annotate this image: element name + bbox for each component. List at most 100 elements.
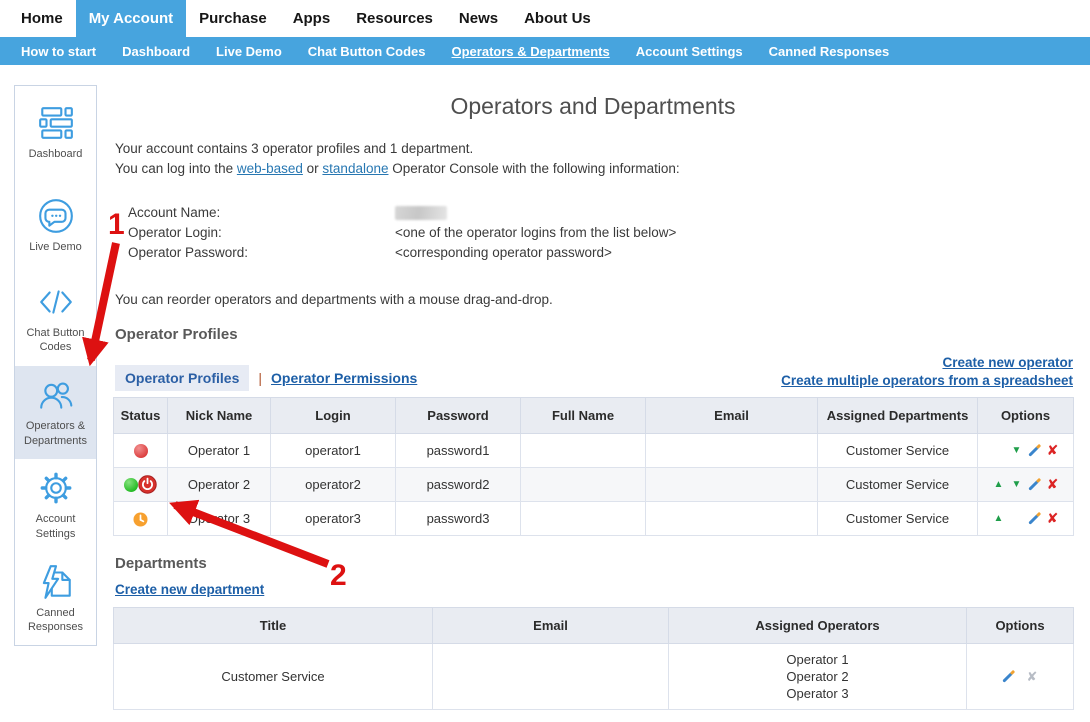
sidebar-item-canned-responses[interactable]: Canned Responses	[15, 552, 96, 645]
subnav-how-to-start[interactable]: How to start	[8, 37, 109, 65]
tab-separator: |	[258, 370, 262, 386]
col-status: Status	[114, 398, 168, 434]
move-up-icon[interactable]: ▲	[990, 513, 1008, 524]
nick-name-cell: Operator 1	[168, 434, 271, 468]
edit-icon[interactable]	[1026, 511, 1044, 526]
standalone-link[interactable]: standalone	[322, 161, 388, 176]
nick-name-cell: Operator 2	[168, 468, 271, 502]
status-online-icon	[124, 478, 138, 492]
nav-about-us[interactable]: About Us	[511, 0, 604, 37]
subnav-account-settings[interactable]: Account Settings	[623, 37, 756, 65]
create-new-department-link[interactable]: Create new department	[115, 582, 264, 597]
status-cell	[114, 468, 168, 502]
reorder-note: You can reorder operators and department…	[115, 292, 553, 307]
sidebar-item-live-demo[interactable]: Live Demo	[15, 179, 96, 272]
tab-operator-profiles[interactable]: Operator Profiles	[115, 365, 249, 391]
subnav-live-demo[interactable]: Live Demo	[203, 37, 295, 65]
nav-resources[interactable]: Resources	[343, 0, 446, 37]
nav-purchase[interactable]: Purchase	[186, 0, 280, 37]
nav-apps[interactable]: Apps	[280, 0, 344, 37]
operator-tabs: Operator Profiles | Operator Permissions	[115, 365, 417, 391]
assigned-departments-cell: Customer Service	[818, 502, 978, 536]
edit-icon[interactable]	[1026, 443, 1044, 458]
edit-icon[interactable]	[1026, 477, 1044, 492]
subnav-operators-departments[interactable]: Operators & Departments	[439, 37, 623, 65]
create-multiple-operators-link[interactable]: Create multiple operators from a spreads…	[781, 372, 1073, 390]
account-name-redacted	[395, 206, 447, 220]
col-nick-name: Nick Name	[168, 398, 271, 434]
delete-icon[interactable]: ✘	[1044, 442, 1062, 459]
assigned-operator: Operator 3	[670, 685, 965, 702]
options-cell: ✘	[967, 644, 1074, 710]
table-header-row: Status Nick Name Login Password Full Nam…	[114, 398, 1074, 434]
operator-row-1: Operator 1 operator1 password1 Customer …	[114, 434, 1074, 468]
password-cell: password3	[396, 502, 521, 536]
options-cell: ▼ ✘	[978, 434, 1074, 468]
col-assigned-operators: Assigned Operators	[669, 608, 967, 644]
intro-text: Your account contains 3 operator profile…	[115, 139, 680, 179]
operator-row-2: Operator 2 operator2 password2 Customer …	[114, 468, 1074, 502]
nav-home[interactable]: Home	[8, 0, 76, 37]
department-row-1: Customer Service Operator 1 Operator 2 O…	[114, 644, 1074, 710]
full-name-cell	[521, 468, 646, 502]
login-cell: operator2	[271, 468, 396, 502]
intro-line2: You can log into the web-based or standa…	[115, 159, 680, 179]
subnav-chat-button-codes[interactable]: Chat Button Codes	[295, 37, 439, 65]
nav-news[interactable]: News	[446, 0, 511, 37]
delete-icon[interactable]: ✘	[1044, 476, 1062, 493]
email-cell	[646, 434, 818, 468]
delete-icon[interactable]: ✘	[1044, 510, 1062, 527]
tab-operator-permissions[interactable]: Operator Permissions	[271, 370, 417, 386]
operator-profiles-table: Status Nick Name Login Password Full Nam…	[113, 397, 1074, 536]
email-cell	[646, 502, 818, 536]
operator-profiles-heading: Operator Profiles	[115, 326, 238, 343]
col-email: Email	[646, 398, 818, 434]
operator-create-links: Create new operator Create multiple oper…	[781, 354, 1073, 390]
col-full-name: Full Name	[521, 398, 646, 434]
account-info: Account Name: Operator Login: <one of th…	[128, 203, 676, 263]
main-content: Operators and Departments Your account c…	[113, 85, 1073, 722]
create-new-operator-link[interactable]: Create new operator	[781, 354, 1073, 372]
operator-row-3: Operator 3 operator3 password3 Customer …	[114, 502, 1074, 536]
status-cell	[114, 434, 168, 468]
subnav-canned-responses[interactable]: Canned Responses	[756, 37, 903, 65]
move-up-icon[interactable]: ▲	[990, 479, 1008, 490]
sidebar-item-dashboard[interactable]: Dashboard	[15, 86, 96, 179]
status-away-clock-icon	[133, 512, 148, 527]
sidebar-item-operators-departments[interactable]: Operators & Departments	[15, 366, 96, 459]
gear-icon	[37, 469, 75, 507]
sidebar-label: Account Settings	[17, 512, 94, 541]
subnav-dashboard[interactable]: Dashboard	[109, 37, 203, 65]
web-based-link[interactable]: web-based	[237, 161, 303, 176]
login-cell: operator3	[271, 502, 396, 536]
top-nav: Home My Account Purchase Apps Resources …	[0, 0, 1090, 37]
edit-icon[interactable]	[999, 669, 1017, 684]
move-down-icon[interactable]: ▼	[1008, 479, 1026, 490]
move-down-icon[interactable]: ▼	[1008, 445, 1026, 456]
status-offline-icon	[134, 444, 148, 458]
sub-nav: How to start Dashboard Live Demo Chat Bu…	[0, 37, 1090, 65]
options-cell: ▲ ▼ ✘	[978, 468, 1074, 502]
assigned-operator: Operator 2	[670, 668, 965, 685]
password-cell: password2	[396, 468, 521, 502]
sidebar-label: Chat Button Codes	[17, 326, 94, 355]
email-cell	[646, 468, 818, 502]
logout-power-button[interactable]	[138, 475, 157, 494]
nav-my-account[interactable]: My Account	[76, 0, 186, 37]
assigned-departments-cell: Customer Service	[818, 468, 978, 502]
sidebar-label: Live Demo	[29, 240, 82, 254]
intro-line2-or: or	[303, 161, 323, 176]
col-email: Email	[433, 608, 669, 644]
operator-login-value: <one of the operator logins from the lis…	[395, 223, 676, 243]
sidebar-item-chat-button-codes[interactable]: Chat Button Codes	[15, 272, 96, 365]
sidebar-item-account-settings[interactable]: Account Settings	[15, 459, 96, 552]
table-header-row: Title Email Assigned Operators Options	[114, 608, 1074, 644]
full-name-cell	[521, 502, 646, 536]
full-name-cell	[521, 434, 646, 468]
page-title: Operators and Departments	[113, 93, 1073, 120]
sidebar-label: Dashboard	[29, 147, 83, 161]
col-password: Password	[396, 398, 521, 434]
col-options: Options	[967, 608, 1074, 644]
assigned-operator: Operator 1	[670, 651, 965, 668]
dashboard-icon	[37, 104, 75, 142]
